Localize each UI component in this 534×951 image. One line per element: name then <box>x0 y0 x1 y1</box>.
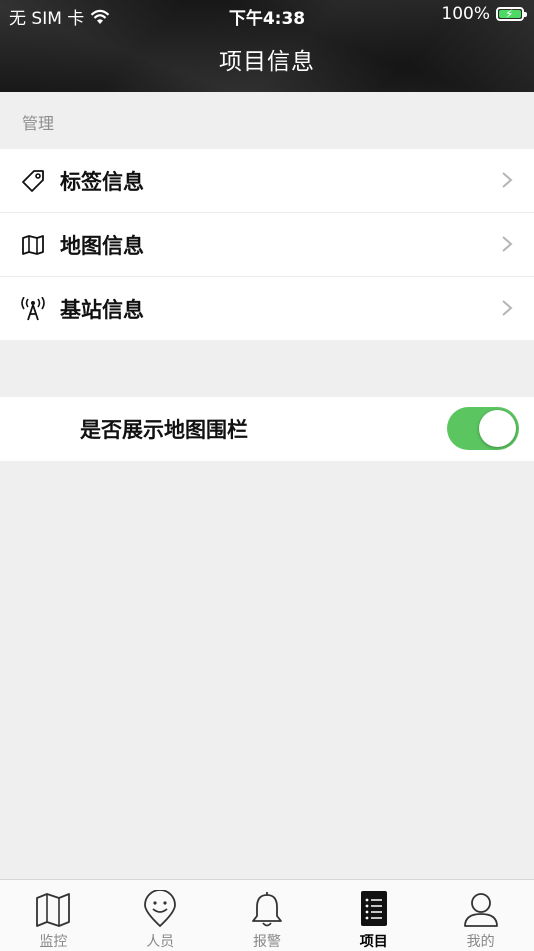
list-icon <box>360 891 387 926</box>
tab-label: 报警 <box>252 934 281 950</box>
battery-percent: 100% <box>441 4 490 24</box>
tab-label: 项目 <box>359 934 388 950</box>
tab-label: 监控 <box>39 934 68 950</box>
map-fence-setting-row: 是否展示地图围栏 <box>0 397 534 461</box>
bell-icon <box>252 892 282 927</box>
chevron-right-icon <box>502 236 513 252</box>
section-label: 管理 <box>22 114 55 133</box>
antenna-icon <box>20 296 46 322</box>
chevron-right-icon <box>502 172 513 188</box>
battery-icon: ⚡ <box>496 7 527 21</box>
header-bar: 无 SIM 卡 下午4:38 100% ⚡ 项目信息 <box>0 0 534 92</box>
person-pin-icon <box>144 890 177 928</box>
toggle-knob <box>479 410 516 447</box>
map-icon <box>36 893 71 927</box>
menu-item-map-info[interactable]: 地图信息 <box>0 213 534 277</box>
tab-mine[interactable]: 我的 <box>427 880 534 951</box>
user-icon <box>463 893 498 927</box>
tab-label: 我的 <box>466 934 495 950</box>
status-bar: 无 SIM 卡 下午4:38 100% ⚡ <box>0 0 534 30</box>
tab-monitor[interactable]: 监控 <box>0 880 107 951</box>
chevron-right-icon <box>502 300 513 316</box>
tab-personnel[interactable]: 人员 <box>107 880 214 951</box>
tag-icon <box>20 168 46 194</box>
menu-item-base-station-info[interactable]: 基站信息 <box>0 277 534 340</box>
menu-item-label: 基站信息 <box>60 297 144 322</box>
menu-item-label: 标签信息 <box>60 169 144 194</box>
map-icon <box>20 232 46 258</box>
map-fence-toggle[interactable] <box>447 407 519 450</box>
map-fence-label: 是否展示地图围栏 <box>80 418 248 442</box>
bottom-tab-bar: 监控 人员 报警 项目 我的 <box>0 879 534 951</box>
management-list: 标签信息 地图信息 基站信息 <box>0 149 534 340</box>
tab-project[interactable]: 项目 <box>320 880 427 951</box>
menu-item-tag-info[interactable]: 标签信息 <box>0 149 534 213</box>
tab-label: 人员 <box>146 934 175 950</box>
page-title: 项目信息 <box>219 49 315 75</box>
menu-item-label: 地图信息 <box>60 233 144 258</box>
tab-alarm[interactable]: 报警 <box>214 880 321 951</box>
